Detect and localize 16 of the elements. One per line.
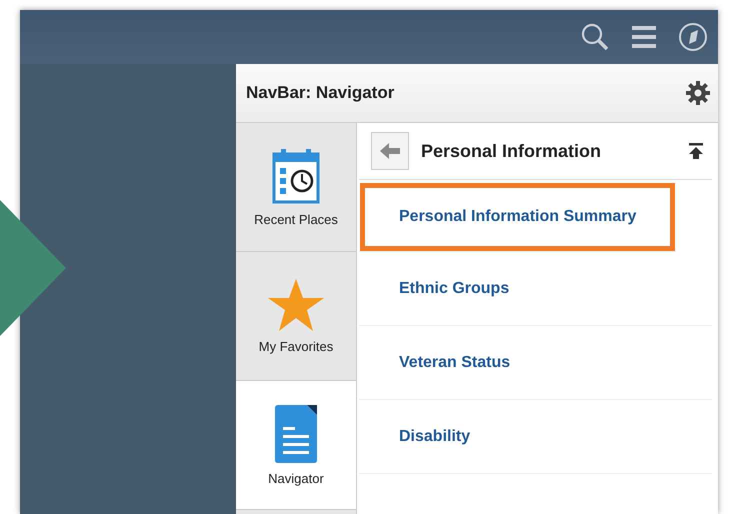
back-button[interactable] (371, 132, 409, 170)
document-icon (275, 404, 317, 462)
calendar-clock-icon (272, 148, 320, 204)
search-icon[interactable] (580, 22, 610, 52)
menu-item[interactable]: Veteran Status (359, 326, 712, 400)
menu-item[interactable]: Disability (359, 400, 712, 474)
menu-icon[interactable] (632, 26, 656, 48)
scroll-top-icon (689, 143, 703, 159)
menu-item[interactable]: Personal Information Summary (359, 182, 676, 252)
star-icon (268, 278, 324, 330)
compass-icon[interactable] (678, 22, 708, 52)
back-arrow-icon (380, 143, 400, 159)
breadcrumb-title: Personal Information (420, 140, 602, 162)
panel-title: NavBar: Navigator (246, 83, 394, 103)
navbar-tab[interactable]: Navigator (236, 381, 356, 510)
menu-item[interactable]: Ethnic Groups (359, 252, 712, 326)
